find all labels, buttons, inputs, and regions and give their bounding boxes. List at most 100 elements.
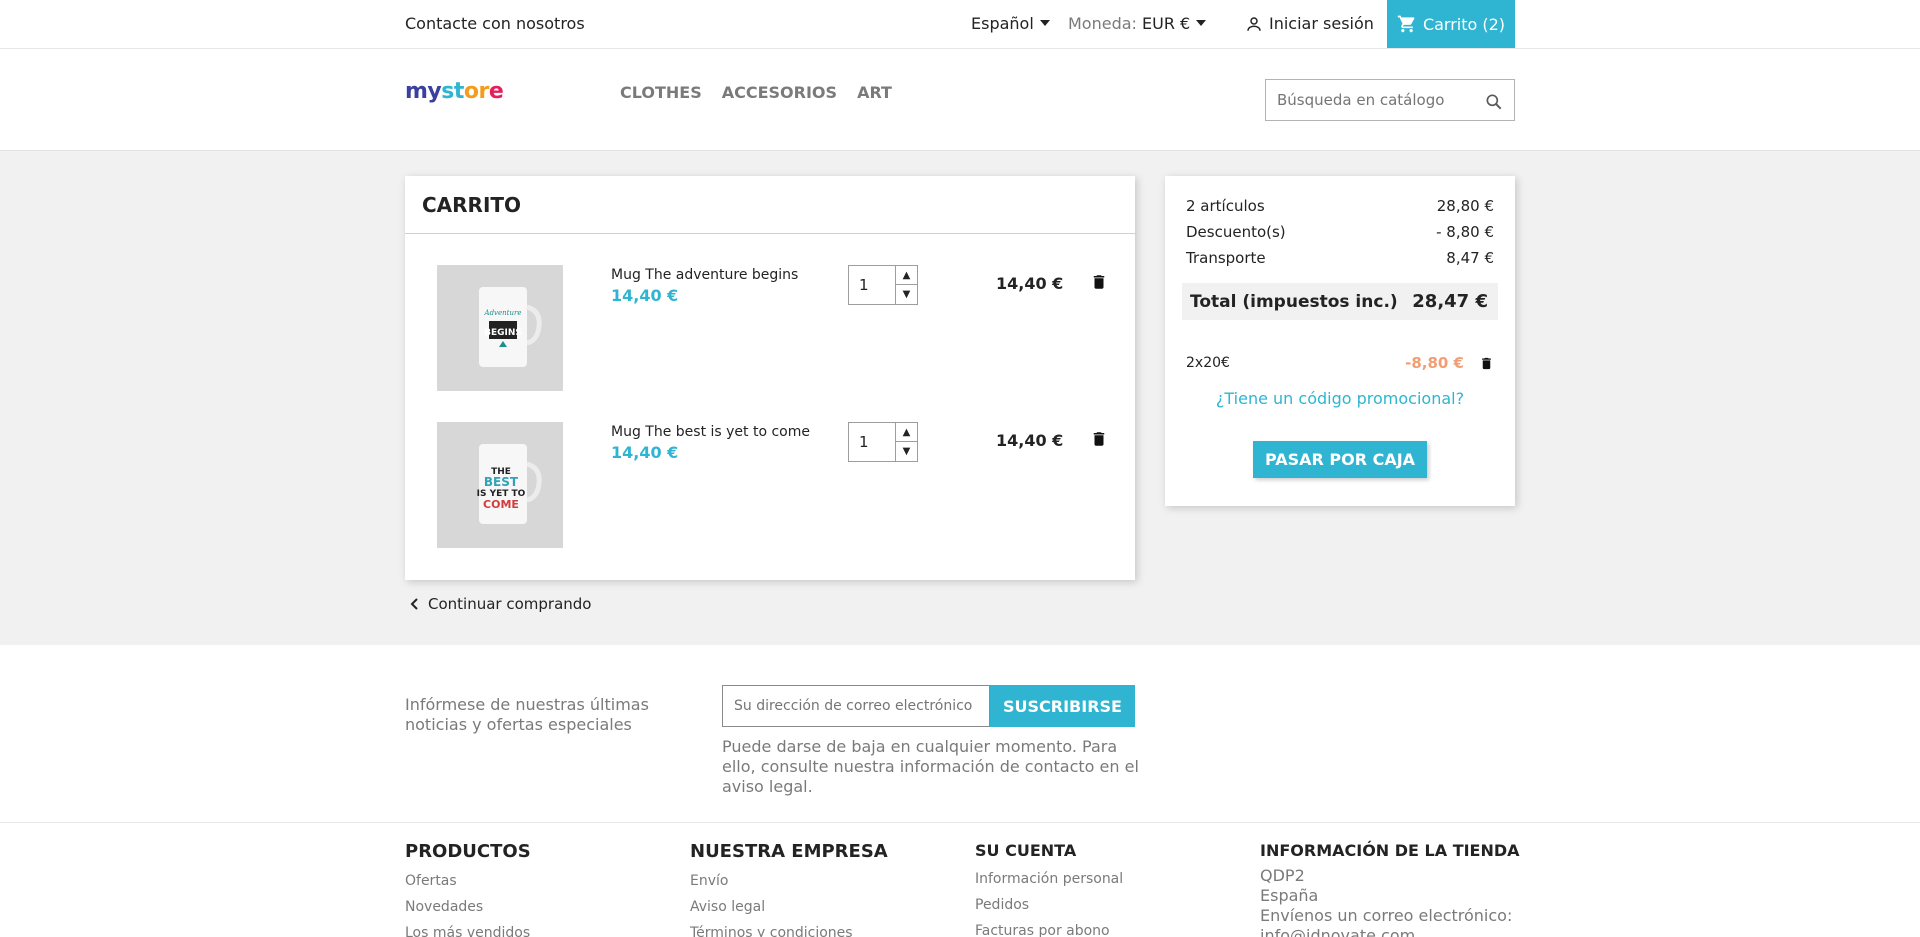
footer-link[interactable]: Facturas por abono xyxy=(975,918,1123,937)
currency-selector[interactable]: Moneda: EUR € xyxy=(1068,14,1207,33)
quantity-input[interactable] xyxy=(849,423,895,461)
menu-item-accesorios[interactable]: Accesorios xyxy=(722,83,837,102)
product-name[interactable]: Mug The adventure begins xyxy=(611,267,798,283)
logo-part: my xyxy=(405,79,442,104)
product-price: 14,40 € xyxy=(611,286,679,305)
main-menu: Clothes Accesorios Art xyxy=(620,83,892,102)
divider xyxy=(0,822,1920,823)
menu-item-art[interactable]: Art xyxy=(857,83,892,102)
product-image[interactable]: THE BEST IS YET TO COME xyxy=(437,422,563,548)
newsletter-email-input[interactable] xyxy=(723,686,989,726)
promo-code-link[interactable]: ¿Tiene un código promocional? xyxy=(1165,389,1515,408)
site-header: mystore Clothes Accesorios Art xyxy=(0,49,1920,151)
total-value: 28,47 € xyxy=(1412,291,1488,312)
chevron-down-icon[interactable]: ▼ xyxy=(896,285,917,304)
menu-item-clothes[interactable]: Clothes xyxy=(620,83,702,102)
newsletter-email-field xyxy=(722,685,990,727)
search-box xyxy=(1265,79,1515,121)
quantity-stepper: ▲ ▼ xyxy=(848,265,918,305)
summary-total: Total (impuestos inc.) 28,47 € xyxy=(1182,283,1498,320)
continue-shopping-link[interactable]: Continuar comprando xyxy=(410,595,591,613)
language-label: Español xyxy=(971,14,1034,33)
footer-link[interactable]: Pedidos xyxy=(975,892,1123,918)
footer-products: Productos Ofertas Novedades Los más vend… xyxy=(405,841,531,937)
chevron-down-icon xyxy=(1039,19,1050,26)
product-price: 14,40 € xyxy=(611,443,679,462)
footer-link[interactable]: Términos y condiciones xyxy=(690,920,888,937)
cart-item: Adventure BEGINS Mug The adventure begin… xyxy=(437,265,1107,391)
shopping-cart-icon xyxy=(1397,15,1415,33)
footer-link[interactable]: Envío xyxy=(690,868,888,894)
cart-button[interactable]: Carrito (2) xyxy=(1387,0,1515,48)
summary-value: 28,80 € xyxy=(1436,197,1494,215)
summary-row-articles: 2 artículos 28,80 € xyxy=(1186,197,1494,215)
cart-title: Carrito xyxy=(422,193,522,217)
svg-text:BEGINS: BEGINS xyxy=(484,328,522,338)
login-link[interactable]: Iniciar sesión xyxy=(1245,14,1374,33)
chevron-up-icon[interactable]: ▲ xyxy=(896,423,917,442)
subscribe-button[interactable]: Suscribirse xyxy=(990,685,1135,727)
quantity-input[interactable] xyxy=(849,266,895,304)
chevron-up-icon[interactable]: ▲ xyxy=(896,266,917,285)
summary-row-discount: Descuento(s) - 8,80 € xyxy=(1186,223,1494,241)
search-input[interactable] xyxy=(1266,80,1476,120)
footer-heading: Información de la tienda xyxy=(1260,841,1520,860)
summary-row-shipping: Transporte 8,47 € xyxy=(1186,249,1494,267)
trash-icon[interactable] xyxy=(1090,429,1108,449)
footer-heading: Su cuenta xyxy=(975,841,1077,860)
continue-shopping-label: Continuar comprando xyxy=(428,595,592,613)
footer-link[interactable]: Los más vendidos xyxy=(405,920,531,937)
footer-link[interactable]: Novedades xyxy=(405,894,531,920)
product-name[interactable]: Mug The best is yet to come xyxy=(611,424,810,440)
footer-heading: Productos xyxy=(405,841,531,862)
store-info-line: Envíenos un correo electrónico: xyxy=(1260,906,1513,925)
logo-part: e xyxy=(488,79,504,104)
search-icon[interactable] xyxy=(1484,92,1504,112)
footer-link[interactable]: Información personal xyxy=(975,866,1123,892)
summary-label: 2 artículos xyxy=(1186,197,1265,215)
logo-part: st xyxy=(441,79,464,104)
user-icon xyxy=(1247,16,1261,31)
total-label: Total (impuestos inc.) xyxy=(1190,291,1398,312)
footer-link[interactable]: Ofertas xyxy=(405,868,531,894)
mug-best-icon: THE BEST IS YET TO COME xyxy=(437,422,563,548)
svg-text:Adventure: Adventure xyxy=(484,309,522,317)
store-email-link[interactable]: info@idnovate.com xyxy=(1260,926,1520,937)
contact-link[interactable]: Contacte con nosotros xyxy=(405,14,585,33)
summary-label: Descuento(s) xyxy=(1186,223,1286,241)
cart-label: Carrito (2) xyxy=(1422,14,1506,34)
trash-icon[interactable] xyxy=(1090,272,1108,292)
summary-label: Transporte xyxy=(1186,249,1266,267)
chevron-left-icon xyxy=(410,598,418,610)
top-nav-bar: Contacte con nosotros Español Moneda: EU… xyxy=(0,0,1920,49)
trash-icon[interactable] xyxy=(1479,355,1494,372)
footer-store-info: Información de la tienda QDP2 España Env… xyxy=(1260,841,1520,937)
voucher-name: 2x20€ xyxy=(1186,355,1230,371)
cart-item: THE BEST IS YET TO COME Mug The best is … xyxy=(437,422,1107,548)
voucher-amount: -8,80 € xyxy=(1405,354,1464,372)
cart-summary: 2 artículos 28,80 € Descuento(s) - 8,80 € … xyxy=(1165,176,1515,506)
summary-value: 8,47 € xyxy=(1446,249,1494,267)
voucher-row: 2x20€ -8,80 € xyxy=(1186,354,1494,372)
footer-heading: Nuestra empresa xyxy=(690,841,888,862)
summary-value: - 8,80 € xyxy=(1436,223,1494,241)
footer-link[interactable]: Aviso legal xyxy=(690,894,888,920)
chevron-down-icon xyxy=(1196,19,1207,26)
chevron-down-icon[interactable]: ▼ xyxy=(896,442,917,461)
newsletter-text: Infórmese de nuestras últimas noticias y… xyxy=(405,695,649,734)
newsletter-note: Puede darse de baja en cualquier momento… xyxy=(722,737,1139,796)
language-selector[interactable]: Español xyxy=(971,14,1050,33)
svg-text:BEST: BEST xyxy=(484,475,519,489)
svg-text:COME: COME xyxy=(483,498,519,511)
store-info-line: QDP2 xyxy=(1260,866,1305,885)
store-logo[interactable]: mystore xyxy=(405,79,504,104)
footer-company: Nuestra empresa Envío Aviso legal Términ… xyxy=(690,841,888,937)
quantity-stepper: ▲ ▼ xyxy=(848,422,918,462)
checkout-button[interactable]: Pasar por caja xyxy=(1253,441,1427,478)
divider xyxy=(405,233,1135,234)
footer-account: Su cuenta Información personal Pedidos F… xyxy=(975,841,1123,937)
currency-value: EUR € xyxy=(1142,14,1191,33)
login-label: Iniciar sesión xyxy=(1269,14,1374,33)
product-image[interactable]: Adventure BEGINS xyxy=(437,265,563,391)
currency-label: Moneda: xyxy=(1068,14,1137,33)
